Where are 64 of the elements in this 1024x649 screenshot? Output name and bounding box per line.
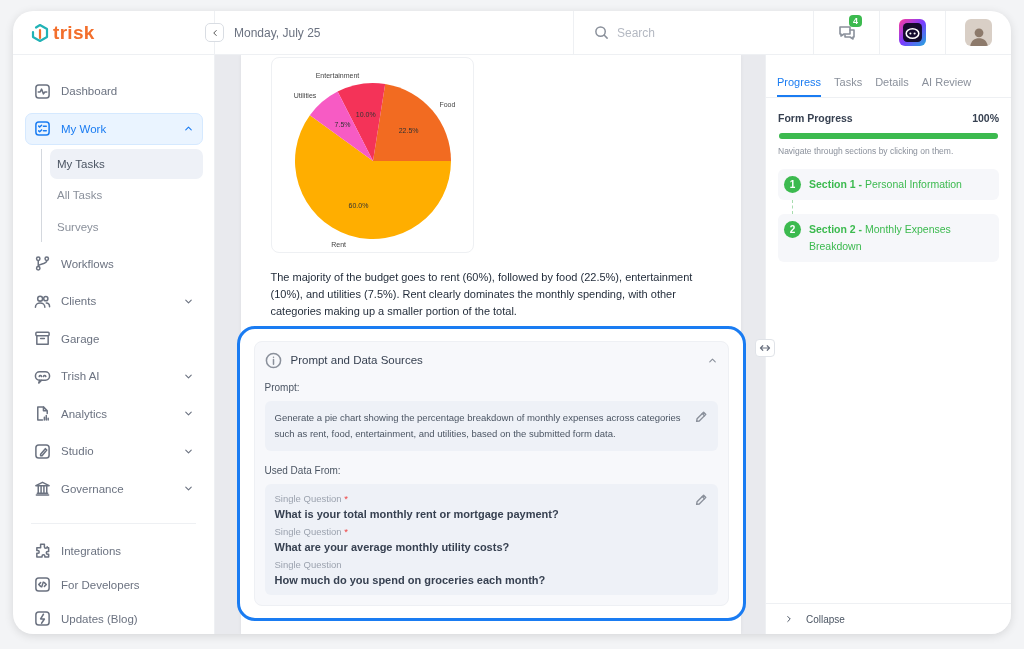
sidebar-item[interactable]: Integrations (25, 535, 203, 566)
question-text: What is your total monthly rent or mortgage payment? (274, 508, 560, 520)
code-icon (34, 576, 51, 594)
sidebar-item[interactable]: Dashboard (25, 75, 203, 107)
question-text: What are your average monthly utility costs? (274, 541, 511, 553)
sidebar-subitem[interactable]: All Tasks (50, 180, 203, 211)
sources-label: Used Data From: (264, 465, 342, 476)
notification-badge: 4 (849, 15, 862, 27)
prompt-text: Generate a pie chart showing the percentage breakdown of monthly expenses across categories such as rent, food, entertainment, and utilities, based on the submitted form data. (274, 411, 682, 441)
section-title: Section 1 - Personal Information (809, 177, 962, 192)
section-title: Section 2 - Monthly Expenses Breakdown (809, 222, 952, 254)
sidebar-item[interactable]: My Work (25, 112, 203, 145)
sidebar-item[interactable]: Clients (25, 285, 203, 318)
hint-text: Navigate through sections by clicking on them. (778, 146, 955, 156)
resize-handle[interactable] (755, 339, 775, 357)
pulse-icon (34, 82, 51, 100)
logo-text: trisk (53, 21, 95, 44)
sidebar-item[interactable]: Analytics (25, 397, 203, 430)
sidebar-item[interactable]: Trish AI (25, 360, 203, 393)
avatar[interactable] (965, 19, 992, 46)
logo-icon (30, 22, 50, 43)
progress-value: 100% (972, 112, 999, 124)
chat-icon[interactable] (837, 23, 856, 42)
panel-tab[interactable]: Progress (777, 76, 822, 97)
checklist-icon (34, 120, 51, 137)
sidebar-subitem[interactable]: Surveys (50, 211, 203, 242)
info-icon (264, 351, 282, 369)
sidebar-item[interactable]: Governance (25, 472, 203, 505)
pencil-icon[interactable] (693, 410, 708, 424)
sidebar-item[interactable]: Garage (25, 322, 203, 355)
prompt-label: Prompt: (264, 382, 301, 393)
sidebar-subitem[interactable]: My Tasks (50, 149, 203, 179)
ai-assistant-icon[interactable] (899, 19, 926, 46)
question-type: Single Question * (274, 493, 349, 504)
required-mark: * (344, 493, 348, 504)
required-mark: * (344, 526, 348, 537)
branch-icon (34, 255, 51, 273)
collapse-button[interactable]: Collapse (784, 613, 845, 625)
panel-tab[interactable]: AI Review (921, 76, 972, 97)
section-header[interactable]: Prompt and Data Sources (264, 342, 718, 378)
panel-tab[interactable]: Details (875, 76, 909, 97)
step-number: 1 (784, 176, 801, 193)
pencil-icon[interactable] (693, 493, 708, 507)
sidebar-item[interactable]: Updates (Blog) (25, 603, 203, 634)
panel-tab[interactable]: Tasks (834, 76, 863, 97)
question-text: How much do you spend on groceries each month? (274, 574, 547, 586)
archive-box-icon (34, 330, 51, 348)
question-type: Single Question (274, 559, 343, 570)
search-icon (594, 25, 609, 40)
bank-icon (34, 480, 51, 498)
summary-text: The majority of the budget goes to rent (60%), followed by food (22.5%), entertainment (10%), and utilities (7.5%). Rent clearly dominates the monthly spending, with other categories making up a smaller portion of the total. (270, 270, 694, 319)
report-chart-icon (34, 405, 51, 423)
sidebar-item[interactable]: For Developers (25, 569, 203, 600)
question-type: Single Question * (274, 526, 349, 537)
date-label: Monday, July 25 (234, 25, 321, 40)
lightning-icon (34, 610, 51, 628)
progress-label: Form Progress (778, 112, 853, 124)
pen-square-icon (34, 442, 51, 460)
puzzle-icon (34, 542, 51, 560)
double-arrow-icon (759, 342, 771, 354)
sidebar-item[interactable]: Studio (25, 435, 203, 468)
step-number: 2 (784, 221, 801, 238)
sidebar-item[interactable]: Workflows (25, 247, 203, 280)
chevron-right-icon (784, 614, 794, 624)
